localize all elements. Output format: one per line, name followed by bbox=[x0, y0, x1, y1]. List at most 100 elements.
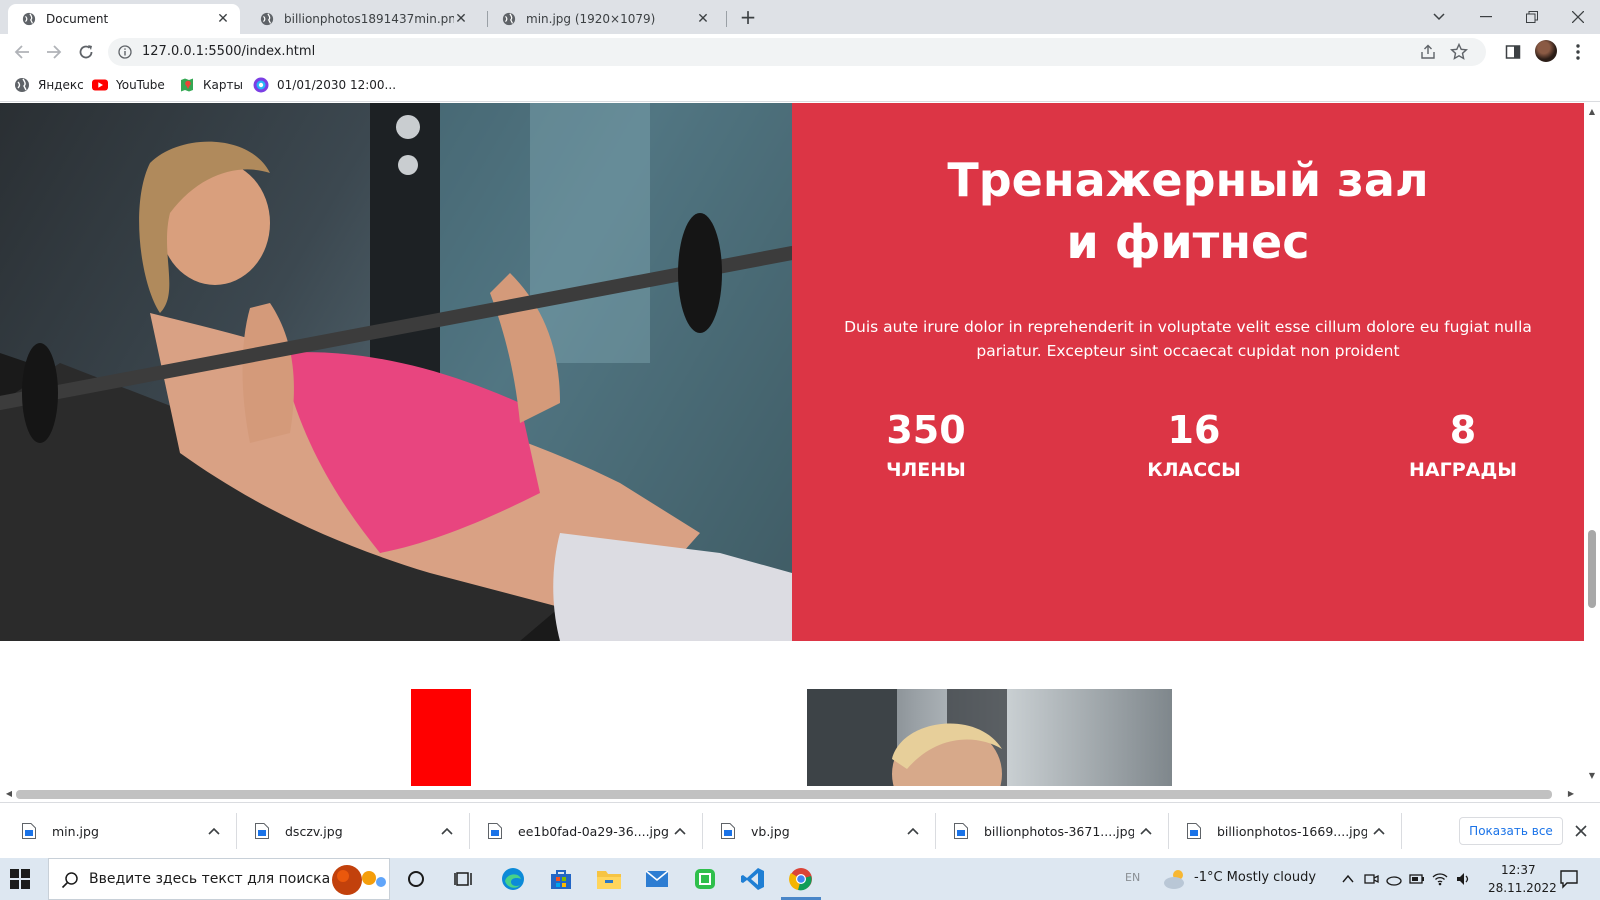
stat-number: 350 bbox=[886, 408, 966, 452]
windows-start-icon[interactable] bbox=[10, 869, 30, 889]
show-all-downloads-button[interactable]: Показать все bbox=[1459, 817, 1563, 845]
side-panel-icon[interactable] bbox=[1503, 42, 1523, 62]
vertical-scroll-thumb[interactable] bbox=[1588, 530, 1596, 608]
cortana-icon[interactable] bbox=[392, 858, 440, 900]
chevron-up-icon[interactable] bbox=[1340, 871, 1356, 887]
tab-title: min.jpg (1920×1079) bbox=[526, 12, 656, 26]
page-viewport: Тренажерный зал и фитнес Duis aute irure… bbox=[0, 103, 1584, 786]
tab-min-jpg[interactable]: min.jpg (1920×1079) ✕ bbox=[488, 4, 720, 34]
vertical-scrollbar[interactable]: ▲ ▼ bbox=[1584, 103, 1600, 786]
download-item[interactable]: billionphotos-1669....jpg bbox=[1165, 811, 1387, 851]
scroll-up-icon[interactable]: ▲ bbox=[1587, 107, 1597, 117]
download-item[interactable]: dsczv.jpg bbox=[233, 811, 455, 851]
store-icon[interactable] bbox=[537, 858, 585, 900]
chevron-up-icon[interactable] bbox=[672, 823, 688, 839]
bookmark-yandex[interactable]: Яндекс bbox=[14, 77, 84, 93]
download-item[interactable]: vb.jpg bbox=[699, 811, 921, 851]
screen-snip-icon[interactable] bbox=[681, 858, 729, 900]
task-view-icon[interactable] bbox=[440, 858, 488, 900]
weather-cloud-icon[interactable] bbox=[1162, 868, 1188, 890]
chevron-up-icon[interactable] bbox=[1371, 823, 1387, 839]
image-file-icon bbox=[1187, 823, 1201, 839]
maps-pin-icon bbox=[181, 78, 193, 92]
image-file-icon bbox=[721, 823, 735, 839]
menu-kebab-icon[interactable] bbox=[1568, 42, 1588, 62]
horizontal-scrollbar[interactable]: ◀ ▶ bbox=[0, 786, 1584, 802]
tab-document[interactable]: Document ✕ bbox=[8, 4, 240, 34]
mail-icon[interactable] bbox=[633, 858, 681, 900]
search-highlight-planets-icon bbox=[332, 865, 386, 895]
download-name: billionphotos-3671....jpg bbox=[984, 823, 1134, 839]
browser-toolbar: 127.0.0.1:5500/index.html bbox=[0, 34, 1600, 70]
clock-time[interactable]: 12:37 bbox=[1501, 863, 1536, 877]
bookmark-maps[interactable]: Карты bbox=[179, 77, 243, 93]
weather-text[interactable]: -1°C Mostly cloudy bbox=[1194, 870, 1316, 885]
meet-camera-icon[interactable] bbox=[1363, 871, 1379, 887]
bookmarks-bar: Яндекс YouTube Карты 01/01/2030 12:00... bbox=[0, 70, 1600, 102]
close-shelf-icon[interactable] bbox=[1573, 823, 1589, 839]
tab-billionphotos[interactable]: billionphotos1891437min.png (8 ✕ bbox=[246, 4, 478, 34]
clock-date[interactable]: 28.11.2022 bbox=[1488, 881, 1557, 895]
bookmark-star-icon[interactable] bbox=[1450, 43, 1468, 61]
close-tab-icon[interactable]: ✕ bbox=[454, 12, 468, 26]
onedrive-icon[interactable] bbox=[1386, 871, 1402, 887]
language-indicator[interactable]: EN bbox=[1125, 871, 1140, 884]
trainer-photo bbox=[807, 689, 1172, 786]
download-name: dsczv.jpg bbox=[285, 823, 343, 839]
chrome-taskbar-icon[interactable] bbox=[777, 858, 825, 900]
reload-icon[interactable] bbox=[74, 40, 98, 64]
forward-arrow-icon[interactable] bbox=[42, 40, 66, 64]
horizontal-scroll-thumb[interactable] bbox=[16, 790, 1552, 799]
volume-icon[interactable] bbox=[1455, 871, 1471, 887]
stat-members: 350 ЧЛЕНЫ bbox=[826, 407, 1026, 483]
bookmark-date[interactable]: 01/01/2030 12:00... bbox=[253, 77, 396, 93]
image-file-icon bbox=[22, 823, 36, 839]
notifications-icon[interactable] bbox=[1559, 869, 1579, 889]
download-item[interactable]: min.jpg bbox=[0, 811, 222, 851]
share-icon[interactable] bbox=[1420, 44, 1436, 60]
youtube-icon bbox=[92, 79, 108, 91]
battery-icon[interactable] bbox=[1409, 871, 1425, 887]
file-explorer-icon[interactable] bbox=[585, 858, 633, 900]
chevron-up-icon[interactable] bbox=[206, 823, 222, 839]
hero-title-line-1: Тренажерный зал bbox=[947, 153, 1429, 207]
back-arrow-icon[interactable] bbox=[10, 40, 34, 64]
chevron-up-icon[interactable] bbox=[439, 823, 455, 839]
scroll-right-icon[interactable]: ▶ bbox=[1566, 789, 1576, 799]
stat-label: НАГРАДЫ bbox=[1409, 459, 1517, 481]
search-icon bbox=[61, 872, 78, 889]
close-tab-icon[interactable]: ✕ bbox=[696, 12, 710, 26]
tab-title: Document bbox=[46, 12, 109, 26]
hero-description: Duis aute irure dolor in reprehenderit i… bbox=[844, 318, 1532, 360]
edge-icon[interactable] bbox=[489, 858, 537, 900]
chrome-app-icon bbox=[253, 77, 269, 93]
new-tab-button[interactable]: + bbox=[737, 7, 759, 29]
hero-title: Тренажерный зал и фитнес bbox=[792, 149, 1584, 273]
restore-icon[interactable] bbox=[1512, 4, 1552, 30]
stat-label: ЧЛЕНЫ bbox=[886, 459, 966, 481]
stat-number: 8 bbox=[1449, 408, 1477, 452]
chevron-up-icon[interactable] bbox=[905, 823, 921, 839]
tab-separator bbox=[726, 11, 727, 27]
url-text[interactable]: 127.0.0.1:5500/index.html bbox=[142, 44, 315, 59]
profile-avatar[interactable] bbox=[1535, 40, 1557, 62]
stat-classes: 16 КЛАССЫ bbox=[1094, 407, 1294, 483]
download-item[interactable]: ee1b0fad-0a29-36....jpg bbox=[466, 811, 688, 851]
vscode-icon[interactable] bbox=[729, 858, 777, 900]
minimize-icon[interactable] bbox=[1466, 4, 1506, 30]
site-info-icon[interactable] bbox=[118, 45, 132, 59]
wifi-icon[interactable] bbox=[1432, 871, 1448, 887]
close-tab-icon[interactable]: ✕ bbox=[216, 12, 230, 26]
window-close-icon[interactable] bbox=[1558, 4, 1598, 30]
hero-gym-photo bbox=[0, 103, 792, 641]
hero-panel: Тренажерный зал и фитнес Duis aute irure… bbox=[792, 103, 1584, 641]
tab-search-chevron-icon[interactable] bbox=[1419, 4, 1459, 30]
taskbar-search[interactable]: Введите здесь текст для поиска bbox=[48, 858, 390, 900]
scroll-down-icon[interactable]: ▼ bbox=[1587, 771, 1597, 781]
windows-taskbar: Введите здесь текст для поиска EN -1°C M… bbox=[0, 858, 1600, 900]
address-bar[interactable]: 127.0.0.1:5500/index.html bbox=[108, 38, 1486, 66]
bookmark-youtube[interactable]: YouTube bbox=[92, 77, 165, 93]
download-item[interactable]: billionphotos-3671....jpg bbox=[932, 811, 1154, 851]
scroll-left-icon[interactable]: ◀ bbox=[4, 789, 14, 799]
chevron-up-icon[interactable] bbox=[1138, 823, 1154, 839]
